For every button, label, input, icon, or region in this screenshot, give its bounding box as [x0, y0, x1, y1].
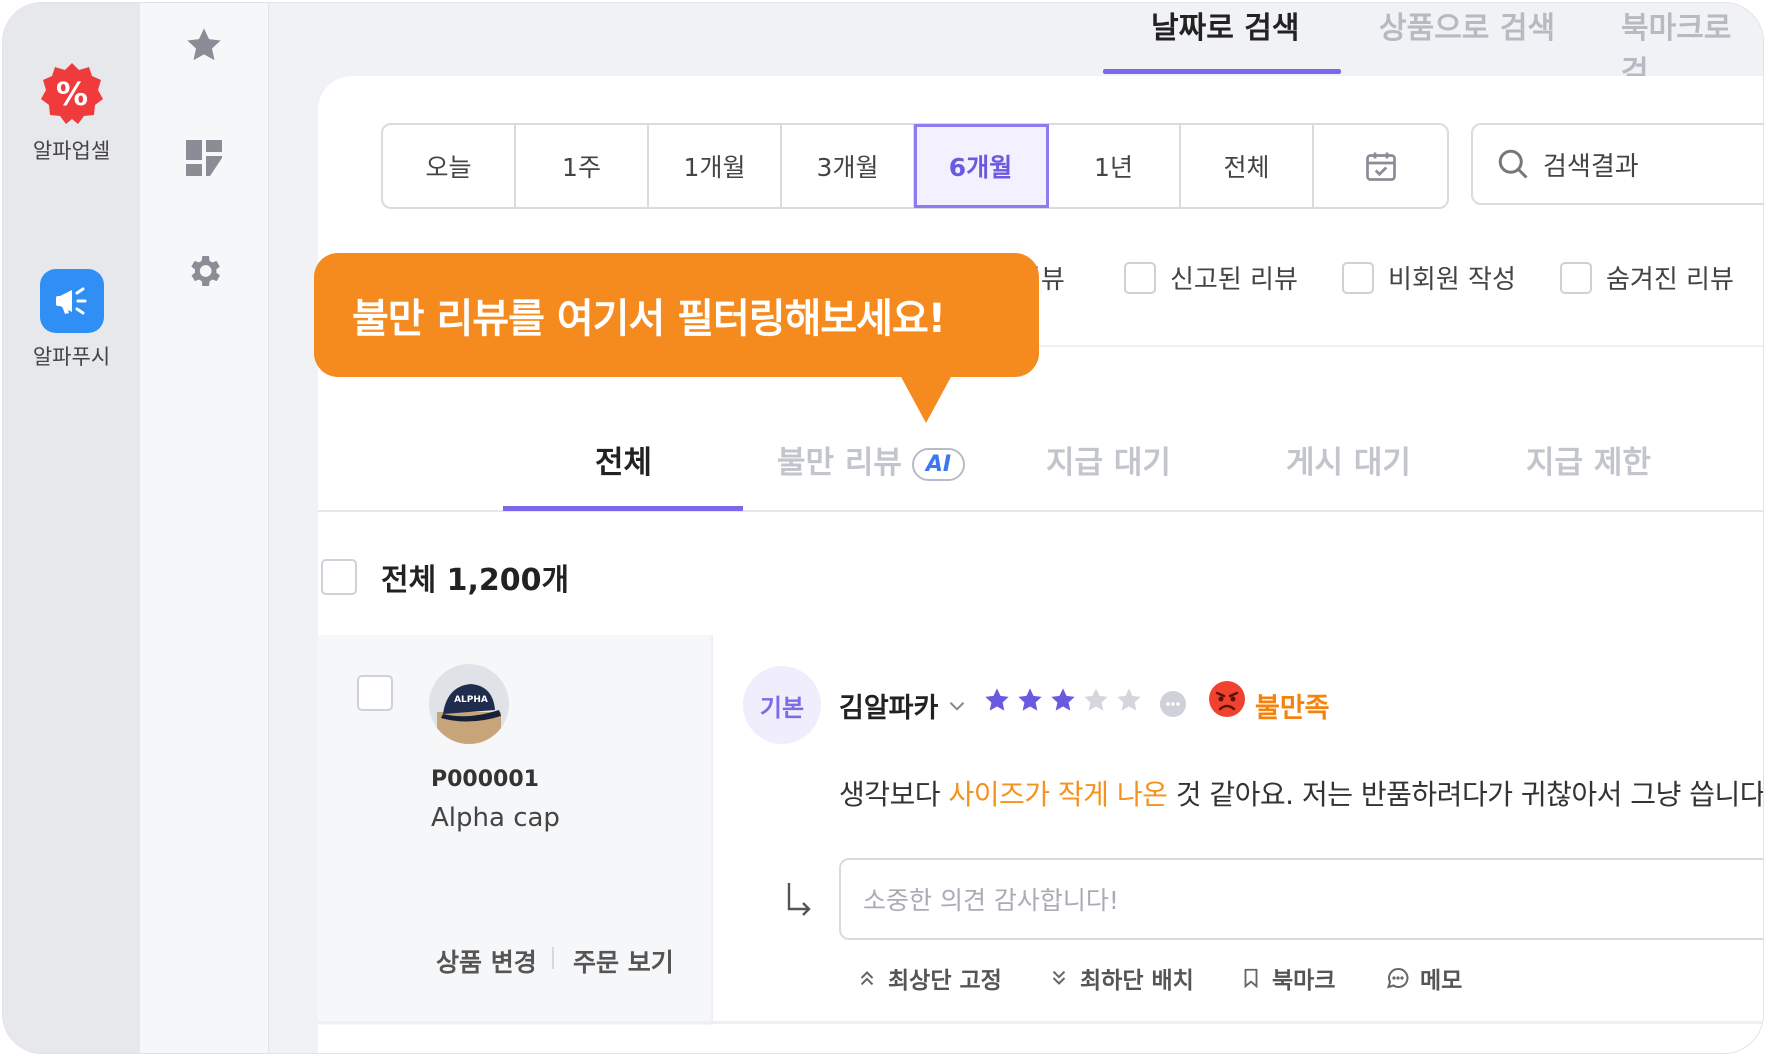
bookmark-icon: [1244, 968, 1258, 989]
calendar-button[interactable]: [1314, 125, 1447, 207]
tooltip-tail: [900, 375, 952, 423]
dashboard-icon[interactable]: [140, 138, 268, 178]
app-window: % 알파업셀 알파푸시 날짜로 검색 상품으로 검색 북마크로 검 오늘 1주 …: [2, 2, 1764, 1054]
product-name: Alpha cap: [431, 803, 560, 833]
star-filled-icon: [985, 688, 1009, 711]
filter-label: 숨겨진 리뷰: [1606, 265, 1734, 295]
active-tab-indicator: [503, 506, 743, 511]
comment-icon: [1387, 967, 1409, 989]
review-checkbox[interactable]: [357, 675, 393, 711]
bookmark-button[interactable]: 북마크: [1240, 961, 1335, 995]
action-label: 최하단 배치: [1080, 968, 1194, 994]
move-bottom-button[interactable]: 최하단 배치: [1048, 961, 1194, 995]
tab-payment-restricted[interactable]: 지급 제한: [1526, 437, 1651, 482]
svg-text:%: %: [55, 75, 87, 113]
app-alpha-upsell[interactable]: % 알파업셀: [3, 61, 140, 165]
reply-input[interactable]: 소중한 의견 감사합니다!: [839, 858, 1763, 940]
app-label: 알파업셀: [32, 139, 111, 163]
star-filled-icon: [1051, 688, 1075, 711]
checkbox[interactable]: [1560, 261, 1592, 294]
checkbox[interactable]: [1342, 261, 1374, 294]
cap-logo-text: ALPHA: [454, 695, 488, 705]
megaphone-icon: [39, 269, 104, 333]
ai-badge: AI: [911, 448, 966, 481]
icon-rail: [140, 3, 269, 1053]
view-order-link[interactable]: 주문 보기: [573, 943, 674, 979]
select-all-checkbox[interactable]: [321, 559, 357, 595]
change-product-link[interactable]: 상품 변경: [436, 943, 537, 979]
tab-complaint-reviews[interactable]: 불만 리뷰 AI: [777, 437, 966, 482]
star-empty-icon: [1117, 688, 1141, 711]
search-icon: [1498, 149, 1528, 179]
review-type-badge: 기본: [743, 666, 821, 744]
filter-hidden-review[interactable]: 숨겨진 리뷰: [1560, 259, 1734, 296]
period-selector: 오늘 1주 1개월 3개월 6개월 1년 전체: [381, 123, 1449, 209]
tab-search-by-date[interactable]: 날짜로 검색: [1151, 3, 1299, 47]
tab-all-reviews[interactable]: 전체: [595, 437, 652, 482]
filter-hint-tooltip: 불만 리뷰를 여기서 필터링해보세요!: [314, 253, 1039, 377]
period-6months[interactable]: 6개월: [914, 124, 1049, 208]
action-label: 최상단 고정: [888, 968, 1002, 994]
search-placeholder: 검색결과: [1543, 151, 1639, 182]
product-thumbnail[interactable]: ALPHA: [429, 664, 509, 744]
checkbox[interactable]: [1124, 261, 1156, 294]
double-chevron-down-icon: [1052, 970, 1066, 985]
star-empty-icon: [1084, 688, 1108, 711]
double-chevron-up-icon: [860, 971, 874, 986]
review-highlight: 사이즈가 작게 나온: [948, 778, 1168, 811]
calendar-icon: [1365, 152, 1396, 181]
memo-button[interactable]: 메모: [1386, 961, 1462, 995]
star-icon[interactable]: [140, 25, 268, 65]
divider: [318, 1021, 1763, 1024]
chevron-down-icon: [950, 701, 965, 711]
app-rail: % 알파업셀 알파푸시: [3, 3, 140, 1053]
chat-bubble-icon[interactable]: [1159, 690, 1187, 722]
period-1month[interactable]: 1개월: [649, 125, 782, 207]
pin-top-button[interactable]: 최상단 고정: [856, 961, 1002, 995]
action-label: 북마크: [1272, 968, 1336, 994]
gear-icon[interactable]: [140, 251, 268, 291]
app-label: 알파푸시: [32, 345, 111, 369]
product-code: P000001: [431, 767, 539, 792]
search-input[interactable]: 검색결과: [1471, 123, 1763, 205]
tab-label: 불만 리뷰: [777, 445, 902, 481]
period-3months[interactable]: 3개월: [782, 125, 915, 207]
select-all-row: 전체 1,200개: [321, 555, 569, 599]
total-count: 전체 1,200개: [381, 563, 570, 598]
percent-badge-icon: %: [39, 61, 105, 127]
sentiment-label: 불만족: [1255, 693, 1330, 724]
action-label: 메모: [1420, 968, 1463, 994]
link-separator: [552, 947, 554, 969]
filter-label: 신고된 리뷰: [1170, 265, 1298, 295]
period-1year[interactable]: 1년: [1048, 125, 1181, 207]
filter-guest-written[interactable]: 비회원 작성: [1342, 259, 1516, 296]
angry-face-icon: [1208, 680, 1246, 722]
divider: [711, 635, 713, 1025]
tab-pending-payment[interactable]: 지급 대기: [1046, 437, 1171, 482]
period-today[interactable]: 오늘: [383, 125, 516, 207]
app-alpha-push[interactable]: 알파푸시: [3, 269, 140, 371]
period-all[interactable]: 전체: [1181, 125, 1314, 207]
tab-pending-post[interactable]: 게시 대기: [1286, 437, 1411, 482]
author-name: 김알파카: [839, 693, 939, 724]
author-dropdown[interactable]: 김알파카: [839, 686, 970, 725]
review-text-part: 생각보다: [839, 778, 949, 811]
star-rating: [983, 686, 1143, 714]
review-text-part: 것 같아요. 저는 반품하려다가 귀찮아서 그냥 씁니다: [1167, 778, 1764, 811]
reply-placeholder: 소중한 의견 감사합니다!: [863, 886, 1119, 915]
star-filled-icon: [1018, 688, 1042, 711]
active-tab-indicator: [1103, 69, 1341, 74]
reply-arrow-icon: [785, 881, 815, 921]
filter-reported-review[interactable]: 신고된 리뷰: [1124, 259, 1298, 296]
tab-search-by-product[interactable]: 상품으로 검색: [1379, 3, 1555, 47]
period-1week[interactable]: 1주: [516, 125, 649, 207]
filter-label: 비회원 작성: [1388, 265, 1516, 295]
review-body: 생각보다 사이즈가 작게 나온 것 같아요. 저는 반품하려다가 귀찮아서 그냥…: [839, 773, 1764, 813]
